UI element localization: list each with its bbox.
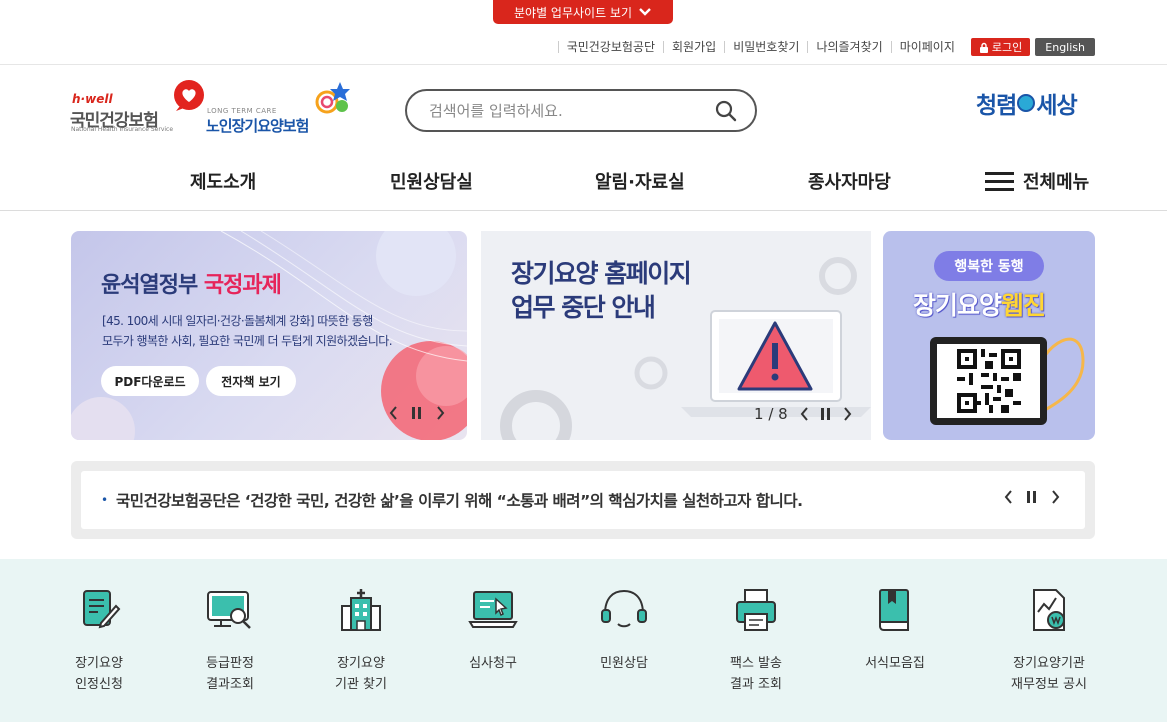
ltc-logo-name: 노인장기요양보험	[206, 117, 309, 135]
nhis-logo-tag: h·well	[72, 92, 113, 106]
qr-code-icon[interactable]	[956, 349, 1021, 413]
webzine-title-highlight: 웹진	[1001, 291, 1046, 320]
next-arrow-icon[interactable]	[843, 407, 852, 421]
monitor-search-icon	[207, 591, 251, 629]
heart-icon	[174, 80, 204, 111]
nav-item-workers[interactable]: 종사자마당	[808, 168, 891, 194]
notice-text[interactable]: 국민건강보험공단은 ‘건강한 국민, 건강한 삶’을 이루기 위해 “소통과 배…	[116, 489, 803, 511]
integrity-logo[interactable]: 청렴 세상	[976, 86, 1078, 120]
policy-banner-desc-line2: 모두가 행복한 사회, 필요한 국민께 더 두텁게 지원하겠습니다.	[102, 334, 393, 348]
hospital-building-icon	[341, 589, 381, 631]
search-box	[405, 89, 757, 132]
util-link-find-password[interactable]: 비밀번호찾기	[724, 41, 807, 53]
util-link-signup[interactable]: 회원가입	[663, 41, 724, 53]
laptop-cursor-icon	[468, 591, 518, 628]
service-notice-title-line2: 업무 중단 안내	[511, 293, 656, 322]
notice-bullet: •	[101, 493, 109, 507]
quick-label-line1: 장기요양	[337, 656, 385, 671]
all-menu-label: 전체메뉴	[1023, 172, 1090, 193]
ltc-logo[interactable]: LONG TERM CARE 노인장기요양보험	[206, 80, 356, 135]
ebook-view-button[interactable]: 전자책 보기	[206, 366, 296, 396]
slider-page-total: 8	[778, 405, 788, 423]
quick-menu: 장기요양 인정신청 등급판정 결과조회 장기요양 기관 찾기 심사청구 민원상담…	[0, 559, 1167, 722]
nhis-logo[interactable]: h·well 국민건강보험 National Health Insurance …	[70, 80, 205, 135]
quick-label-line2: 인정신청	[75, 677, 123, 692]
prev-arrow-icon[interactable]	[1004, 490, 1013, 504]
quick-label-line1: 팩스 발송	[730, 656, 782, 671]
lock-icon	[979, 42, 988, 53]
chevron-down-icon	[639, 8, 651, 16]
service-notice-banner[interactable]: 장기요양 홈페이지 업무 중단 안내 1 / 8	[481, 231, 871, 440]
policy-banner-controls	[389, 406, 445, 420]
quick-label-line1: 장기요양	[75, 656, 123, 671]
main-slider-controls: 1 / 8	[754, 405, 852, 423]
integrity-logo-right: 세상	[1036, 93, 1077, 119]
field-sites-toggle-button[interactable]: 분야별 업무사이트 보기	[493, 0, 673, 24]
next-arrow-icon[interactable]	[436, 406, 445, 420]
ltc-logo-tag: LONG TERM CARE	[207, 107, 277, 115]
policy-banner[interactable]: 윤석열정부 국정과제 [45. 100세 시대 일자리·건강·돌봄체계 강화] …	[71, 231, 467, 440]
search-icon[interactable]	[715, 100, 737, 122]
nav-item-intro[interactable]: 제도소개	[190, 168, 256, 194]
prev-arrow-icon[interactable]	[389, 406, 398, 420]
hamburger-icon	[985, 172, 1014, 191]
policy-banner-desc-line1: [45. 100세 시대 일자리·건강·돌봄체계 강화] 따뜻한 동행	[102, 314, 373, 328]
pause-icon[interactable]	[412, 407, 422, 419]
field-sites-toggle-label: 분야별 업무사이트 보기	[513, 5, 633, 20]
quick-label-line2: 재무정보 공시	[1011, 677, 1087, 692]
nhis-logo-sub: National Health Insurance Service	[71, 126, 174, 133]
service-notice-title-line1: 장기요양 홈페이지	[511, 259, 692, 288]
login-label: 로그인	[991, 41, 1023, 54]
header-divider	[0, 64, 1167, 65]
quick-label-line2: 결과조회	[206, 677, 254, 692]
quick-label-line1: 심사청구	[469, 656, 517, 671]
integrity-logo-left: 청렴	[976, 93, 1017, 119]
quick-label-line1: 등급판정	[206, 656, 254, 671]
all-menu-button[interactable]: 전체메뉴	[985, 168, 1089, 194]
fax-printer-icon	[736, 589, 776, 631]
webzine-title: 장기요양웹진	[913, 286, 1046, 322]
quick-label-line1: 장기요양기관	[1013, 656, 1085, 671]
english-button[interactable]: English	[1035, 38, 1095, 56]
policy-banner-title: 윤석열정부 국정과제	[101, 267, 282, 299]
webzine-banner[interactable]: 행복한 동행 장기요양웹진	[883, 231, 1095, 440]
pause-icon[interactable]	[1027, 491, 1037, 503]
search-input[interactable]	[429, 101, 699, 121]
webzine-qr-frame	[930, 337, 1047, 425]
notice-ticker: • 국민건강보험공단은 ‘건강한 국민, 건강한 삶’을 이루기 위해 “소통과…	[71, 461, 1095, 539]
util-link-favorites[interactable]: 나의즐겨찾기	[807, 41, 890, 53]
slider-page-sep: /	[768, 405, 774, 423]
slider-page-indicator: 1 / 8	[754, 405, 788, 423]
webzine-title-main: 장기요양	[913, 291, 1002, 320]
nav-item-civil[interactable]: 민원상담실	[390, 168, 473, 194]
util-link-nhis[interactable]: 국민건강보험공단	[557, 41, 663, 53]
policy-banner-title-highlight: 국정과제	[203, 273, 282, 298]
util-link-mypage[interactable]: 마이페이지	[890, 41, 963, 53]
application-edit-icon	[83, 590, 121, 629]
slider-page-current: 1	[754, 405, 764, 423]
pdf-download-button[interactable]: PDF다운로드	[101, 366, 199, 396]
nav-item-notice[interactable]: 알림·자료실	[595, 168, 685, 194]
policy-banner-desc: [45. 100세 시대 일자리·건강·돌봄체계 강화] 따뜻한 동행 모두가 …	[102, 311, 393, 351]
integrity-emblem-icon	[1017, 94, 1036, 112]
next-arrow-icon[interactable]	[1051, 490, 1060, 504]
quick-label-line1: 서식모음집	[865, 656, 925, 671]
quick-label-line2: 결과 조회	[730, 677, 782, 692]
utility-nav: 국민건강보험공단 회원가입 비밀번호찾기 나의즐겨찾기 마이페이지 로그인 En…	[557, 38, 1095, 56]
policy-banner-title-prefix: 윤석열정부	[101, 273, 198, 298]
nav-divider	[0, 210, 1167, 211]
notice-controls	[1004, 490, 1060, 504]
quick-label-line2: 기관 찾기	[335, 677, 387, 692]
book-icon	[879, 589, 909, 631]
quick-label-line1: 민원상담	[600, 656, 648, 671]
service-notice-title: 장기요양 홈페이지 업무 중단 안내	[511, 257, 692, 325]
headset-icon	[601, 589, 647, 628]
login-button[interactable]: 로그인	[970, 38, 1031, 56]
finance-document-icon	[1033, 589, 1065, 631]
pause-icon[interactable]	[820, 408, 831, 420]
ltc-mark-icon	[315, 82, 350, 114]
main-nav: 제도소개 민원상담실 알림·자료실 종사자마당 전체메뉴	[0, 168, 1167, 194]
prev-arrow-icon[interactable]	[800, 407, 809, 421]
webzine-pill: 행복한 동행	[934, 251, 1044, 281]
